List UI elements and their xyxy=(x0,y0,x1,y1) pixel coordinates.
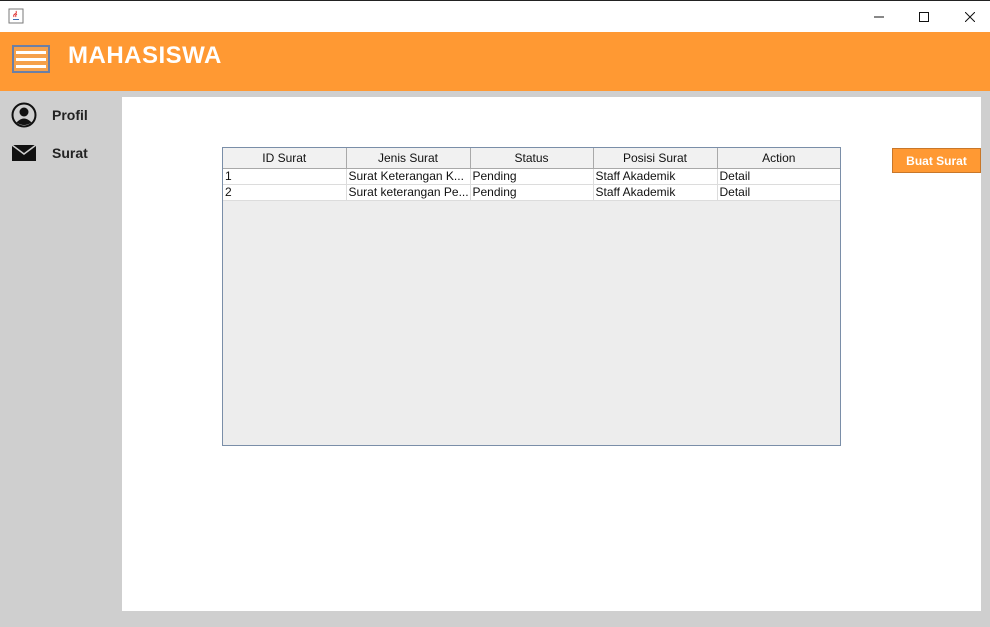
maximize-button[interactable] xyxy=(901,1,947,33)
cell-posisi-surat[interactable]: Staff Akademik xyxy=(593,168,718,185)
sidebar: Profil Surat xyxy=(0,91,122,627)
cell-posisi-surat[interactable]: Staff Akademik xyxy=(593,184,718,201)
table-row[interactable]: 1 Surat Keterangan K... Pending Staff Ak… xyxy=(223,168,840,185)
table-header-row: ID Surat Jenis Surat Status Posisi Surat… xyxy=(223,148,840,169)
surat-table[interactable]: ID Surat Jenis Surat Status Posisi Surat… xyxy=(222,147,841,446)
column-header-posisi-surat[interactable]: Posisi Surat xyxy=(593,148,718,169)
column-header-action[interactable]: Action xyxy=(717,148,840,169)
column-header-id-surat[interactable]: ID Surat xyxy=(223,148,347,169)
hamburger-icon-line xyxy=(16,64,46,68)
sidebar-item-label: Profil xyxy=(52,107,88,123)
minimize-button[interactable] xyxy=(856,1,902,33)
cell-jenis-surat[interactable]: Surat keterangan Pe... xyxy=(346,184,471,201)
hamburger-icon-line xyxy=(16,57,46,61)
envelope-icon xyxy=(10,139,38,167)
buat-surat-button[interactable]: Buat Surat xyxy=(892,148,981,173)
sidebar-item-surat[interactable]: Surat xyxy=(10,139,88,167)
sidebar-item-profil[interactable]: Profil xyxy=(10,101,88,129)
sidebar-item-label: Surat xyxy=(52,145,88,161)
cell-jenis-surat[interactable]: Surat Keterangan K... xyxy=(346,168,471,185)
app-header: MAHASISWA xyxy=(0,32,990,91)
close-icon xyxy=(965,12,975,22)
surat-table-grid: ID Surat Jenis Surat Status Posisi Surat… xyxy=(223,148,840,201)
cell-id-surat[interactable]: 2 xyxy=(223,184,347,201)
table-row[interactable]: 2 Surat keterangan Pe... Pending Staff A… xyxy=(223,184,840,201)
cell-status[interactable]: Pending xyxy=(470,168,594,185)
minimize-icon xyxy=(874,16,884,18)
maximize-icon xyxy=(919,12,929,22)
cell-id-surat[interactable]: 1 xyxy=(223,168,347,185)
page-title: MAHASISWA xyxy=(68,42,222,69)
java-icon xyxy=(8,8,24,24)
user-icon xyxy=(10,101,38,129)
close-button[interactable] xyxy=(947,1,990,33)
column-header-status[interactable]: Status xyxy=(470,148,594,169)
column-header-jenis-surat[interactable]: Jenis Surat xyxy=(346,148,471,169)
hamburger-icon xyxy=(16,50,46,54)
menu-button[interactable] xyxy=(12,45,50,73)
window-titlebar xyxy=(0,0,990,32)
cell-action[interactable]: Detail xyxy=(717,168,840,185)
cell-action[interactable]: Detail xyxy=(717,184,840,201)
cell-status[interactable]: Pending xyxy=(470,184,594,201)
